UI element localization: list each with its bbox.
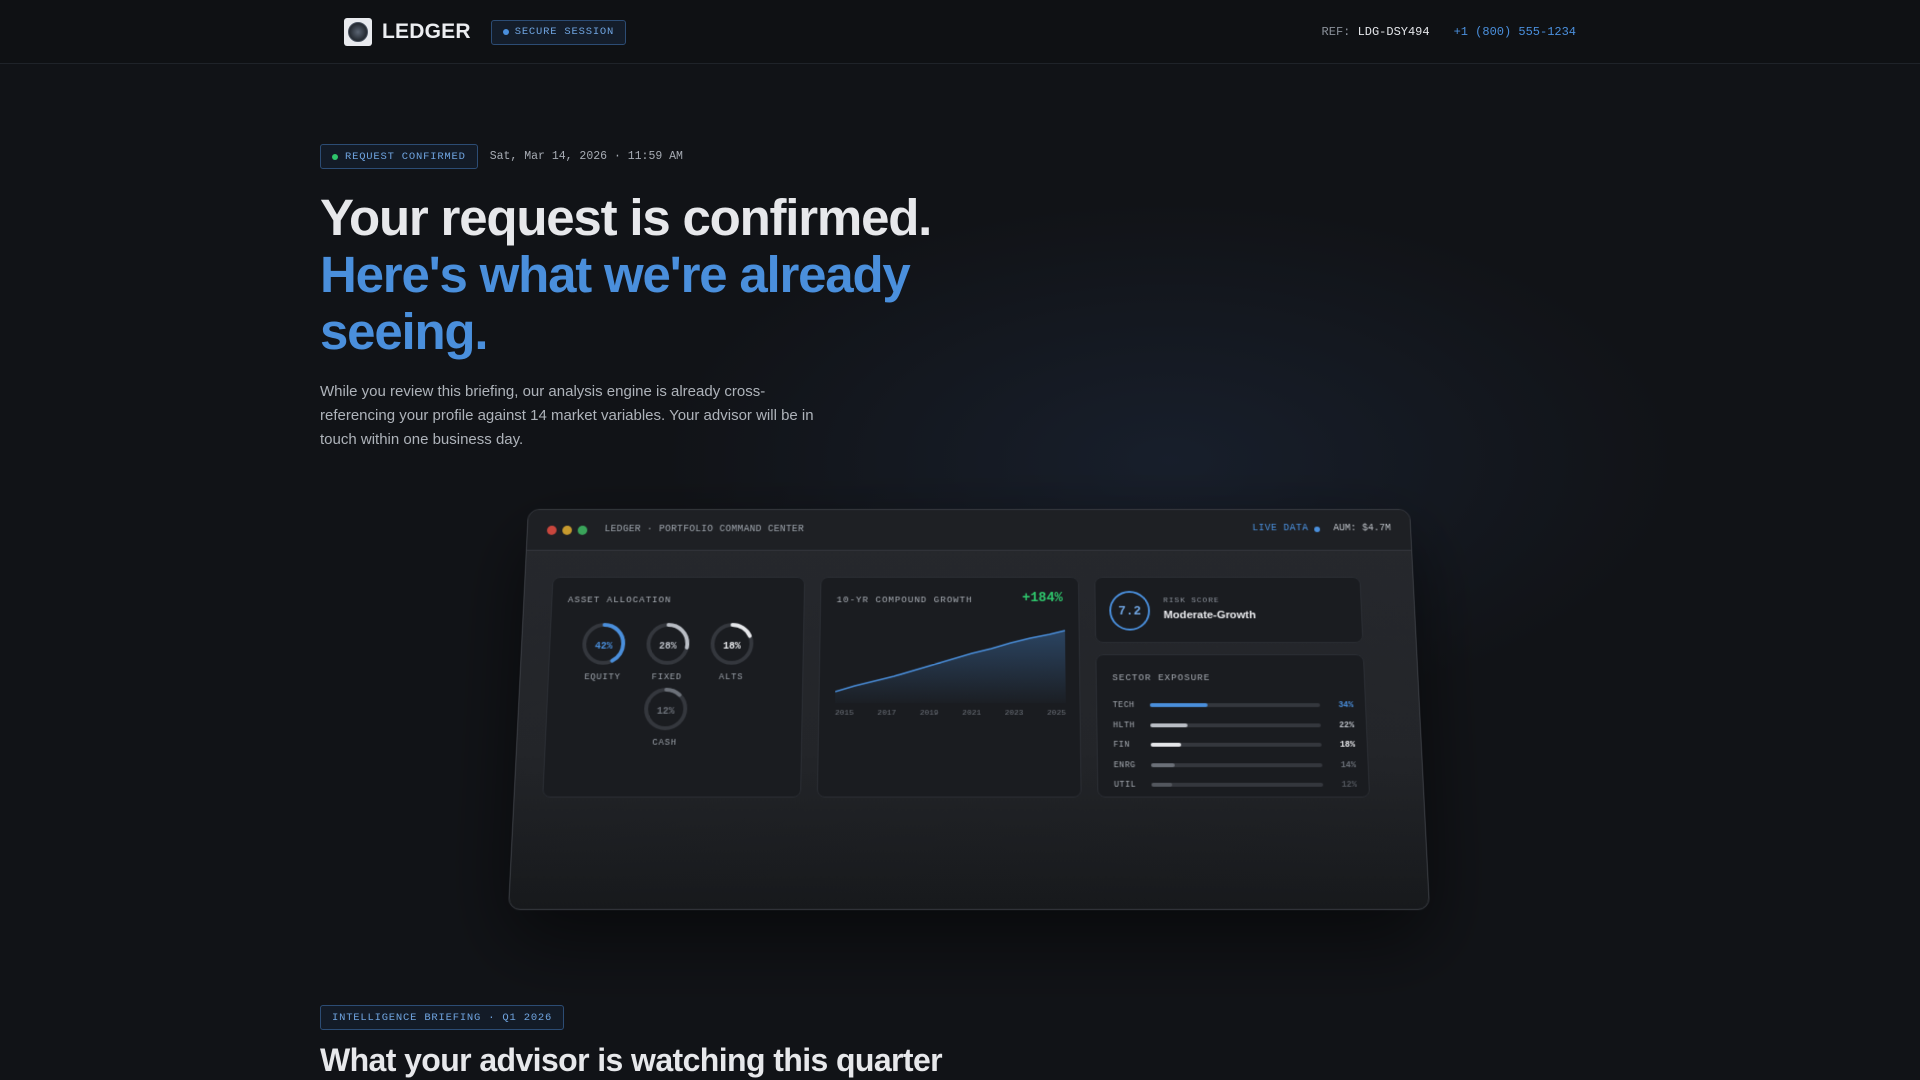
ref-value: LDG-DSY494 (1357, 25, 1430, 39)
sector-row-fin: FIN 18% (1113, 735, 1355, 755)
sector-bar-fill (1150, 723, 1188, 728)
sector-percent: 22% (1338, 720, 1355, 730)
request-confirmed-badge: REQUEST CONFIRMED (320, 144, 478, 169)
sector-bar-track (1151, 783, 1324, 787)
aum-value: AUM: $4.7M (1333, 523, 1392, 535)
briefing-section: INTELLIGENCE BRIEFING · Q1 2026 What you… (320, 1005, 943, 1079)
brand-name: LEDGER (382, 20, 471, 43)
logo-icon (344, 18, 372, 46)
growth-area (835, 630, 1066, 704)
sector-row-tech: TECH 34% (1113, 695, 1354, 715)
ref-label: REF: (1321, 25, 1351, 39)
secure-session-badge: SECURE SESSION (490, 19, 627, 45)
live-dot-icon (1314, 526, 1321, 532)
phone-link[interactable]: +1 (800) 555-1234 (1454, 25, 1576, 39)
allocation-donut-fixed: 28% FIXED (632, 621, 702, 682)
headline-line-1: Your request is confirmed. (320, 189, 932, 246)
dashboard-titlebar: LEDGER · PORTFOLIO COMMAND CENTER LIVE D… (526, 509, 1412, 551)
sector-bar-track (1151, 763, 1323, 767)
sector-bar-track (1149, 703, 1321, 708)
sector-row-util: UTIL 12% (1114, 775, 1357, 795)
sector-exposure-title: SECTOR EXPOSURE (1112, 672, 1211, 683)
maximize-dot-icon (577, 525, 588, 535)
sector-row-enrg: ENRG 14% (1114, 755, 1357, 775)
dashboard-meta: LIVE DATA AUM: $4.7M (1252, 524, 1391, 534)
sector-code: HLTH (1112, 720, 1136, 730)
growth-change: +184% (1022, 590, 1063, 606)
sector-row-hlth: HLTH 22% (1113, 715, 1355, 735)
intro-paragraph: While you review this briefing, our anal… (320, 383, 814, 448)
asset-allocation-panel: ASSET ALLOCATION 42% EQUITY 28% FIXED 18% ALT… (542, 576, 806, 798)
sector-bar-fill (1150, 743, 1182, 747)
sector-rows: TECH 34% HLTH 22% FIN 18% ENRG 14% UTIL 12% (1113, 695, 1358, 795)
sector-bar-track (1150, 723, 1321, 728)
allocation-donut-equity: 42% EQUITY (568, 621, 639, 682)
year-label: 2025 (1047, 708, 1066, 718)
confirmed-dot-icon (332, 153, 338, 160)
donut-label: EQUITY (584, 672, 621, 683)
risk-profile-value: Moderate-Growth (1163, 609, 1256, 622)
year-label: 2021 (962, 708, 982, 718)
sector-bar-fill (1151, 783, 1173, 787)
live-data-indicator: LIVE DATA (1252, 523, 1321, 535)
donut-percent: 12% (656, 707, 675, 718)
risk-score-gauge: 7.2 (1109, 590, 1151, 631)
status-dot-icon (502, 29, 509, 35)
sector-bar-track (1150, 743, 1322, 747)
risk-score-panel: 7.2 RISK SCORE Moderate-Growth (1094, 576, 1364, 643)
sector-bar-fill (1151, 763, 1176, 767)
dashboard-title: LEDGER · PORTFOLIO COMMAND CENTER (604, 524, 805, 535)
donut-label: ALTS (718, 672, 744, 683)
allocation-donut-cash: 12% CASH (630, 686, 701, 748)
donut-percent: 42% (594, 641, 613, 653)
sector-percent: 12% (1341, 780, 1357, 790)
growth-year-axis: 2015 2017 2019 2021 2023 2025 (835, 709, 1066, 718)
briefing-title: What your advisor is watching this quart… (320, 1042, 943, 1078)
briefing-badge: INTELLIGENCE BRIEFING · Q1 2026 (320, 1005, 565, 1030)
donut-percent: 18% (723, 641, 741, 653)
hero: REQUEST CONFIRMED Sat, Mar 14, 2026 · 11… (320, 144, 1080, 452)
sector-code: FIN (1113, 740, 1130, 750)
year-label: 2019 (919, 708, 939, 718)
dashboard-window: LEDGER · PORTFOLIO COMMAND CENTER LIVE D… (508, 509, 1430, 910)
sector-code: UTIL (1113, 780, 1137, 790)
minimize-dot-icon (562, 525, 573, 535)
donut-label: CASH (652, 737, 677, 748)
status-row: REQUEST CONFIRMED Sat, Mar 14, 2026 · 11… (320, 144, 1080, 169)
year-label: 2017 (877, 708, 897, 718)
donut-label: FIXED (651, 672, 683, 683)
brand[interactable]: LEDGER SECURE SESSION (344, 18, 627, 46)
close-dot-icon (546, 525, 557, 535)
donut-percent: 28% (658, 641, 677, 653)
header-meta: REF: LDG-DSY494 +1 (800) 555-1234 (1322, 25, 1576, 39)
top-bar: LEDGER SECURE SESSION REF: LDG-DSY494 +1… (0, 0, 1920, 64)
confirmed-label: REQUEST CONFIRMED (345, 150, 466, 163)
sector-code: TECH (1112, 700, 1135, 711)
year-label: 2015 (834, 708, 854, 718)
reference-number: REF: LDG-DSY494 (1322, 25, 1430, 39)
growth-panel: 10-YR COMPOUND GROWTH +184% 2015 2017 20… (816, 576, 1082, 798)
sector-percent: 14% (1340, 760, 1357, 770)
timestamp: Sat, Mar 14, 2026 · 11:59 AM (489, 150, 683, 163)
asset-allocation-title: ASSET ALLOCATION (567, 594, 672, 606)
page-title: Your request is confirmed. Here's what w… (320, 189, 1080, 360)
sector-bar-fill (1149, 703, 1208, 708)
growth-title: 10-YR COMPOUND GROWTH (836, 594, 973, 606)
secure-session-label: SECURE SESSION (514, 26, 615, 38)
headline-line-2: Here's what we're already seeing. (320, 246, 911, 360)
risk-score-label: RISK SCORE (1163, 596, 1220, 606)
sector-code: ENRG (1113, 760, 1136, 770)
growth-area-chart (835, 623, 1066, 704)
sector-exposure-panel: SECTOR EXPOSURE TECH 34% HLTH 22% FIN 18% ENRG… (1095, 654, 1371, 798)
year-label: 2023 (1004, 708, 1024, 718)
live-data-label: LIVE DATA (1252, 523, 1309, 535)
sector-percent: 34% (1338, 700, 1354, 711)
allocation-donut-alts: 18% ALTS (697, 621, 767, 682)
dashboard-preview: LEDGER · PORTFOLIO COMMAND CENTER LIVE D… (508, 494, 1430, 910)
sector-percent: 18% (1339, 740, 1356, 750)
